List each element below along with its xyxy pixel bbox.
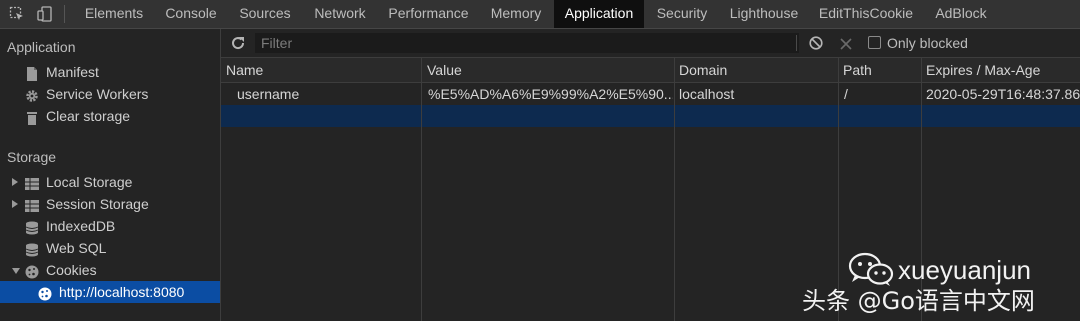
tab-application[interactable]: Application [554, 0, 644, 28]
table-row-empty-selected[interactable] [221, 105, 1080, 127]
tab-elements[interactable]: Elements [76, 0, 152, 28]
sidebar-item-label: http://localhost:8080 [59, 284, 185, 300]
column-header-expires[interactable]: Expires / Max-Age [921, 58, 1080, 82]
tab-security[interactable]: Security [647, 0, 717, 28]
tab-memory[interactable]: Memory [481, 0, 551, 28]
gear-icon [25, 87, 39, 102]
toolbar-divider [64, 5, 65, 23]
expand-arrow-icon[interactable] [12, 178, 18, 186]
column-divider [674, 58, 675, 321]
column-header-path[interactable]: Path [838, 58, 922, 82]
device-toolbar-icon[interactable] [37, 6, 53, 22]
tab-sources[interactable]: Sources [230, 0, 300, 28]
sidebar-item-cookies[interactable]: Cookies [0, 259, 220, 281]
sidebar-item-manifest[interactable]: Manifest [0, 61, 220, 83]
watermark-source: 头条 @Go语言中文网 [802, 287, 1035, 315]
cell-value: %E5%AD%A6%E9%99%A2%E5%90... [428, 86, 673, 102]
only-blocked-checkbox[interactable] [868, 36, 881, 49]
sidebar-item-cookie-origin[interactable]: http://localhost:8080 [0, 281, 220, 303]
sidebar-item-label: Web SQL [46, 240, 107, 256]
column-header-value[interactable]: Value [422, 58, 675, 82]
sidebar-item-label: Cookies [46, 262, 97, 278]
toolbar-divider [796, 35, 797, 51]
sidebar-item-service-workers[interactable]: Service Workers [0, 83, 220, 105]
collapse-arrow-icon[interactable] [12, 268, 20, 274]
table-row[interactable]: username %E5%AD%A6%E9%99%A2%E5%90... loc… [221, 83, 1080, 105]
cell-domain: localhost [679, 86, 735, 102]
cell-path: / [844, 86, 848, 102]
cell-name: username [237, 86, 300, 102]
tab-lighthouse[interactable]: Lighthouse [720, 0, 808, 28]
expand-arrow-icon[interactable] [12, 200, 18, 208]
clear-all-icon[interactable] [809, 36, 823, 50]
filter-input[interactable] [255, 33, 799, 53]
tab-console[interactable]: Console [155, 0, 227, 28]
column-header-name[interactable]: Name [221, 58, 422, 82]
cookie-icon [38, 285, 52, 301]
application-sidebar: Application Manifest Service Workers Cle… [0, 29, 221, 321]
sidebar-item-label: Service Workers [46, 86, 149, 102]
tab-adblock[interactable]: AdBlock [924, 0, 998, 28]
sidebar-item-session-storage[interactable]: Session Storage [0, 193, 220, 215]
sidebar-item-label: Manifest [46, 64, 99, 80]
tab-performance[interactable]: Performance [379, 0, 478, 28]
cell-expires: 2020-05-29T16:48:37.869Z [926, 86, 1080, 102]
inspect-element-icon[interactable] [9, 6, 25, 22]
only-blocked-label: Only blocked [887, 35, 968, 51]
sidebar-item-label: IndexedDB [46, 218, 116, 234]
sidebar-item-indexeddb[interactable]: IndexedDB [0, 215, 220, 237]
devtools-tab-bar: Elements Console Sources Network Perform… [0, 0, 1080, 29]
sidebar-item-web-sql[interactable]: Web SQL [0, 237, 220, 259]
cookie-icon [25, 263, 39, 279]
section-title-application: Application [7, 39, 76, 55]
database-icon [25, 241, 39, 257]
document-icon [25, 65, 39, 81]
grid-icon [25, 175, 39, 190]
grid-icon [25, 197, 39, 212]
sidebar-item-clear-storage[interactable]: Clear storage [0, 105, 220, 127]
sidebar-item-local-storage[interactable]: Local Storage [0, 171, 220, 193]
refresh-icon[interactable] [230, 35, 246, 51]
tab-editthiscookie[interactable]: EditThisCookie [811, 0, 921, 28]
tab-network[interactable]: Network [304, 0, 376, 28]
cookies-toolbar: Only blocked [221, 29, 1080, 58]
delete-selected-icon[interactable] [840, 37, 852, 50]
table-header: Name Value Domain Path Expires / Max-Age [221, 58, 1080, 83]
column-header-domain[interactable]: Domain [674, 58, 839, 82]
section-title-storage: Storage [7, 149, 57, 165]
sidebar-item-label: Clear storage [46, 108, 131, 124]
database-icon [25, 219, 39, 235]
sidebar-item-label: Session Storage [46, 196, 149, 212]
sidebar-item-label: Local Storage [46, 174, 133, 190]
trash-icon [25, 109, 39, 125]
column-divider [421, 58, 422, 321]
